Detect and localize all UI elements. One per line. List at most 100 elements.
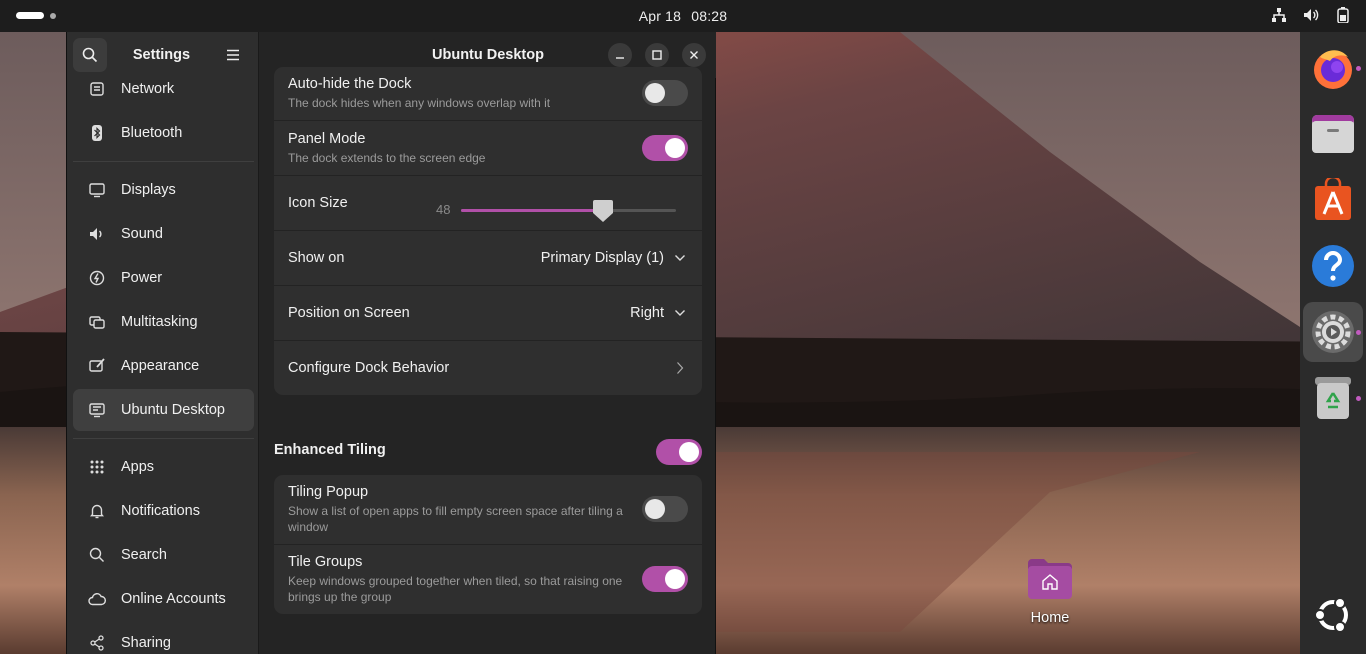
- panel-mode-title: Panel Mode: [288, 130, 366, 147]
- sidebar-item-search[interactable]: Search: [73, 534, 254, 576]
- sidebar-item-multitasking[interactable]: Multitasking: [73, 301, 254, 343]
- tile-groups-title: Tile Groups: [288, 554, 363, 570]
- running-indicator: [1356, 66, 1361, 71]
- trash-icon: [1315, 377, 1351, 419]
- close-icon: [690, 51, 698, 59]
- sidebar-item-label: Power: [121, 270, 163, 286]
- clock[interactable]: Apr 18 08:28: [636, 8, 731, 24]
- autohide-subtitle: The dock hides when any windows overlap …: [288, 96, 551, 110]
- sidebar-item-label: Appearance: [121, 358, 200, 374]
- dock-item-app-center[interactable]: [1303, 170, 1363, 230]
- sidebar-item-label: Notifications: [121, 503, 200, 519]
- sidebar-item-sound[interactable]: Sound: [73, 213, 254, 255]
- settings-sidebar: Settings Network Bluetooth Displays Soun…: [67, 32, 259, 654]
- dock-item-firefox[interactable]: [1303, 38, 1363, 98]
- sidebar-item-power[interactable]: Power: [73, 257, 254, 299]
- sidebar-item-label: Multitasking: [121, 314, 198, 330]
- appearance-icon: [87, 356, 107, 376]
- configure-dock-row[interactable]: Configure Dock Behavior: [274, 340, 702, 395]
- page-title: Ubuntu Desktop: [432, 47, 544, 63]
- settings-window: Settings Network Bluetooth Displays Soun…: [66, 32, 716, 654]
- sidebar-item-apps[interactable]: Apps: [73, 446, 254, 488]
- share-icon: [87, 633, 107, 653]
- top-bar: Apr 18 08:28: [0, 0, 1366, 32]
- search-icon: [87, 545, 107, 565]
- tile-groups-row[interactable]: Tile Groups Keep windows grouped togethe…: [274, 544, 702, 614]
- battery-icon: [1334, 6, 1352, 24]
- clock-time: 08:28: [691, 8, 728, 24]
- workspace-indicator-active: [16, 12, 44, 19]
- sidebar-title: Settings: [132, 47, 191, 63]
- autohide-title: Auto-hide the Dock: [288, 76, 412, 92]
- autohide-switch[interactable]: [642, 80, 688, 106]
- help-icon: [1312, 245, 1354, 287]
- sidebar-item-displays[interactable]: Displays: [73, 169, 254, 211]
- show-on-row[interactable]: Show on Primary Display (1): [274, 230, 702, 285]
- hamburger-menu-icon: [226, 49, 239, 61]
- panel-mode-subtitle: The dock extends to the screen edge: [288, 150, 486, 165]
- icon-size-slider[interactable]: 48: [422, 176, 692, 231]
- maximize-icon: [652, 50, 662, 60]
- sidebar-divider: [73, 438, 254, 439]
- show-on-value: Primary Display (1): [540, 250, 664, 266]
- show-apps-button[interactable]: [1313, 595, 1353, 640]
- workspace-indicator: [50, 12, 56, 19]
- sidebar-item-appearance[interactable]: Appearance: [73, 345, 254, 387]
- clock-date: Apr 18: [638, 8, 682, 24]
- minimize-button[interactable]: [608, 43, 632, 67]
- home-label: Home: [1030, 610, 1070, 626]
- dock-settings-card: Auto-hide the Dock The dock hides when a…: [274, 67, 702, 395]
- network-icon: [1270, 6, 1288, 24]
- position-row[interactable]: Position on Screen Right: [274, 285, 702, 340]
- configure-dock-title: Configure Dock Behavior: [288, 360, 450, 376]
- dock-item-help[interactable]: [1303, 236, 1363, 296]
- sidebar-item-sharing[interactable]: Sharing: [73, 622, 254, 654]
- enhanced-tiling-switch[interactable]: [656, 439, 702, 465]
- sidebar-item-bluetooth[interactable]: Bluetooth: [73, 112, 254, 154]
- dock-item-trash[interactable]: [1303, 368, 1363, 428]
- dock-item-settings[interactable]: [1303, 302, 1363, 362]
- sidebar-item-label: Online Accounts: [121, 591, 226, 607]
- sidebar-divider: [73, 161, 254, 162]
- sidebar-item-label: Apps: [121, 459, 155, 475]
- power-icon: [87, 268, 107, 288]
- tiling-popup-switch[interactable]: [642, 496, 688, 522]
- bluetooth-icon: [87, 123, 107, 143]
- show-on-title: Show on: [288, 250, 345, 266]
- sound-icon: [87, 224, 107, 244]
- sidebar-item-network[interactable]: Network: [73, 68, 254, 110]
- icon-size-title: Icon Size: [288, 195, 348, 211]
- slider-track[interactable]: [461, 200, 676, 222]
- panel-mode-row[interactable]: Panel Mode The dock extends to the scree…: [274, 120, 702, 175]
- position-value: Right: [630, 305, 664, 321]
- sidebar-item-label: Search: [121, 547, 167, 563]
- minimize-icon: [616, 57, 624, 59]
- dock-item-files[interactable]: [1303, 104, 1363, 164]
- desktop-home-icon[interactable]: Home: [1020, 557, 1080, 626]
- autohide-row[interactable]: Auto-hide the Dock The dock hides when a…: [274, 67, 702, 120]
- system-tray[interactable]: [1270, 6, 1352, 24]
- search-icon: [82, 47, 98, 63]
- running-indicator: [1356, 396, 1361, 401]
- close-button[interactable]: [682, 43, 706, 67]
- volume-icon: [1302, 6, 1320, 24]
- activities-button[interactable]: [16, 12, 56, 19]
- search-button[interactable]: [73, 38, 107, 72]
- position-title: Position on Screen: [288, 305, 410, 321]
- maximize-button[interactable]: [645, 43, 669, 67]
- sidebar-item-label: Ubuntu Desktop: [121, 402, 225, 418]
- icon-size-value: 48: [436, 202, 451, 217]
- slider-handle[interactable]: [592, 199, 614, 223]
- panel-mode-switch[interactable]: [642, 135, 688, 161]
- sidebar-item-notifications[interactable]: Notifications: [73, 490, 254, 532]
- network-icon: [87, 79, 107, 99]
- sidebar-item-label: Sound: [121, 226, 163, 242]
- main-menu-button[interactable]: [216, 38, 250, 72]
- tile-groups-switch[interactable]: [642, 566, 688, 592]
- sidebar-item-ubuntu-desktop[interactable]: Ubuntu Desktop: [73, 389, 254, 431]
- sidebar-item-label: Network: [121, 81, 175, 97]
- tiling-card: Tiling Popup Show a list of open apps to…: [274, 475, 702, 614]
- files-icon: [1312, 115, 1354, 153]
- tiling-popup-row[interactable]: Tiling Popup Show a list of open apps to…: [274, 475, 702, 544]
- sidebar-item-online-accounts[interactable]: Online Accounts: [73, 578, 254, 620]
